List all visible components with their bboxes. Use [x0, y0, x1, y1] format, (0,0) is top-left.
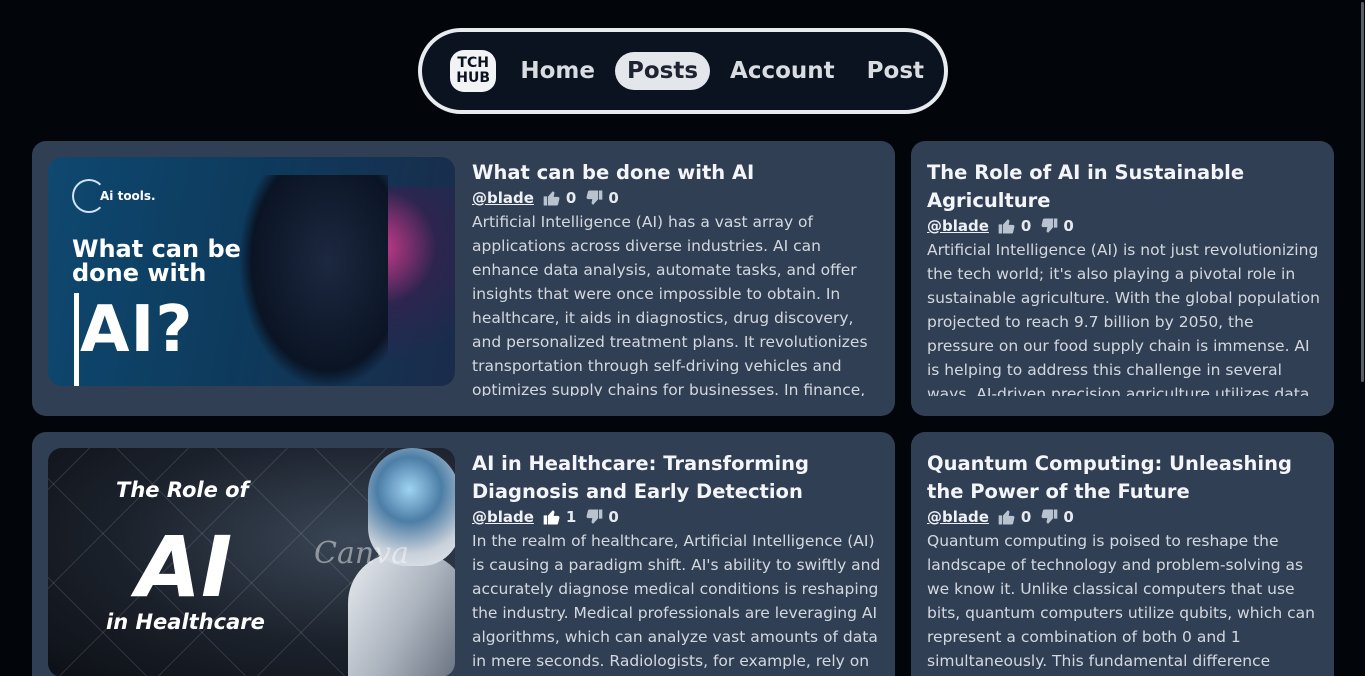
like-count: 1 [565, 508, 577, 526]
image-big-text: AI [136, 518, 233, 616]
dislike-count: 0 [1063, 508, 1074, 526]
nav-posts-link[interactable]: Posts [614, 52, 711, 90]
post-meta: @blade 0 0 [472, 186, 884, 210]
thumbs-down-icon[interactable] [584, 188, 604, 208]
post-meta: @blade 1 0 [472, 505, 884, 529]
post-title[interactable]: AI in Healthcare: Transforming Diagnosis… [472, 450, 884, 506]
post-card[interactable]: The Role of AI in Healthcare Canva AI in… [32, 432, 895, 676]
like-count: 0 [1020, 217, 1032, 235]
post-excerpt: Artificial Intelligence (AI) has a vast … [472, 213, 868, 396]
thumbs-up-icon[interactable] [542, 188, 562, 208]
like-count: 0 [565, 189, 577, 207]
thumbs-up-icon[interactable] [997, 507, 1017, 527]
logo-line-2: HUB [456, 70, 491, 86]
image-big-text: AI? [80, 293, 194, 367]
thumbs-down-icon[interactable] [1039, 216, 1059, 236]
nav-home-link[interactable]: Home [508, 52, 607, 90]
thumbs-up-icon[interactable] [542, 507, 562, 527]
dislike-count: 0 [608, 189, 619, 207]
post-excerpt: In the realm of healthcare, Artificial I… [472, 532, 881, 670]
ai-tools-brand: Ai tools. [72, 179, 156, 213]
site-logo[interactable]: TCH HUB [450, 50, 497, 92]
main-nav: TCH HUB Home Posts Account Post [418, 28, 948, 114]
post-meta: @blade 0 0 [927, 214, 1322, 238]
thumbs-down-icon[interactable] [1039, 507, 1059, 527]
image-line-2: in Healthcare [106, 610, 265, 634]
post-title[interactable]: Quantum Computing: Unleashing the Power … [927, 450, 1322, 506]
thumbs-down-icon[interactable] [584, 507, 604, 527]
dislike-count: 0 [1063, 217, 1074, 235]
logo-line-1: TCH [457, 55, 489, 71]
robot-figure [348, 553, 455, 676]
canva-watermark: Canva [314, 536, 409, 571]
post-author-link[interactable]: @blade [472, 508, 534, 526]
post-author-link[interactable]: @blade [472, 189, 534, 207]
image-line-1: The Role of [116, 478, 249, 502]
post-excerpt: Artificial Intelligence (AI) is not just… [927, 241, 1320, 396]
post-title[interactable]: The Role of AI in Sustainable Agricultur… [927, 159, 1322, 215]
vr-person-figure [238, 175, 388, 386]
thumbs-up-icon[interactable] [997, 216, 1017, 236]
post-image[interactable]: The Role of AI in Healthcare Canva [48, 448, 455, 676]
post-title[interactable]: What can be done with AI [472, 159, 884, 187]
dislike-count: 0 [608, 508, 619, 526]
post-excerpt: Quantum computing is poised to reshape t… [927, 532, 1315, 670]
nav-account-link[interactable]: Account [718, 52, 847, 90]
like-count: 0 [1020, 508, 1032, 526]
post-card[interactable]: Quantum Computing: Unleashing the Power … [911, 432, 1334, 676]
post-author-link[interactable]: @blade [927, 217, 989, 235]
nav-post-link[interactable]: Post [855, 52, 936, 90]
post-image[interactable]: Ai tools. What can be done with AI? [48, 157, 455, 386]
post-card[interactable]: Ai tools. What can be done with AI? What… [32, 141, 895, 416]
page-scrollbar[interactable] [1361, 2, 1364, 382]
post-meta: @blade 0 0 [927, 505, 1322, 529]
post-card[interactable]: The Role of AI in Sustainable Agricultur… [911, 141, 1334, 416]
post-author-link[interactable]: @blade [927, 508, 989, 526]
image-heading: What can be done with [72, 235, 241, 287]
